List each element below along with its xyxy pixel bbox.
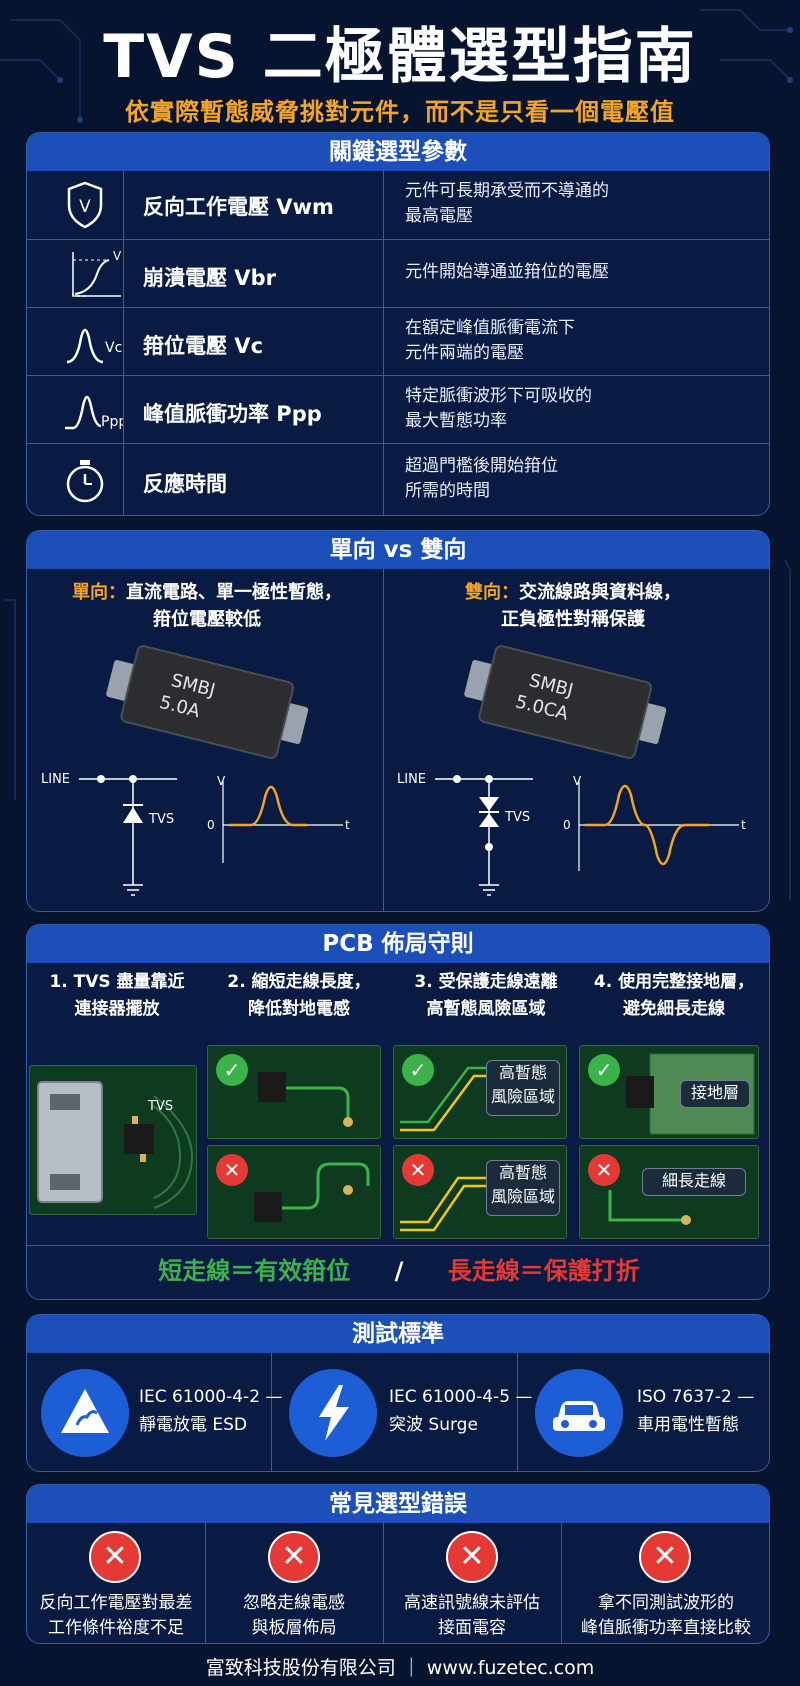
- param-desc: 元件開始導通並箝位的電壓: [405, 262, 609, 282]
- car-icon: [535, 1369, 623, 1457]
- risk-zone-label: 高暫態 風險區域: [486, 1160, 560, 1216]
- svg-text:Vc: Vc: [105, 340, 122, 356]
- standards-panel: 測試標準 IEC 61000-4-2 — 靜電放電 ESD IEC 61000-4…: [26, 1314, 770, 1472]
- error-x-icon: ✕: [446, 1531, 498, 1583]
- uni-description: 單向：直流電路、單一極性暫態， 箝位電壓較低: [72, 582, 342, 630]
- isolated-trace-ok-tile: ✓ 高暫態 風險區域: [393, 1045, 567, 1139]
- footer-company[interactable]: 富致科技股份有限公司 ｜ www.fuzetec.com: [0, 1653, 800, 1680]
- pcb-rule-3: 3. 受保護走線遠離 高暫態風險區域: [414, 972, 558, 1019]
- esd-warning-icon: [41, 1369, 129, 1457]
- param-name: 峰值脈衝功率 Ppp: [143, 402, 322, 426]
- direction-panel: 單向 vs 雙向 單向：直流電路、單一極性暫態， 箝位電壓較低 SMBJ 5.0…: [26, 530, 770, 912]
- param-desc: 在額定峰值脈衝電流下 元件兩端的電壓: [405, 318, 575, 363]
- standards-heading: 測試標準: [27, 1315, 769, 1353]
- svg-text:V: V: [113, 249, 122, 263]
- summary-good: 短走線＝有效箝位: [158, 1257, 351, 1285]
- long-trace-bad-tile: ✕: [207, 1145, 381, 1239]
- connector-board-tile: TVS: [29, 1065, 197, 1215]
- uni-chip-image: SMBJ 5.0A: [106, 645, 309, 759]
- ground-plane-label: 接地層: [680, 1080, 750, 1108]
- param-desc: 特定脈衝波形下可吸收的 最大暫態功率: [405, 386, 592, 431]
- param-name: 反應時間: [143, 472, 227, 496]
- parameters-heading: 關鍵選型參數: [27, 133, 769, 171]
- short-trace-ok-tile: ✓: [207, 1045, 381, 1139]
- bi-description: 雙向：交流線路與資料線， 正負極性對稱保護: [465, 582, 681, 630]
- breakdown-curve-icon: V: [72, 249, 122, 297]
- check-icon: ✓: [216, 1054, 248, 1086]
- lightning-icon: [289, 1369, 377, 1457]
- direction-heading: 單向 vs 雙向: [27, 531, 769, 569]
- standard-text: IEC 61000-4-2 — 靜電放電 ESD: [139, 1387, 283, 1435]
- error-x-icon: ✕: [639, 1531, 691, 1583]
- pcb-rule-2: 2. 縮短走線長度， 降低對地電感: [227, 972, 371, 1019]
- check-icon: ✓: [402, 1054, 434, 1086]
- page-title: TVS 二極體選型指南: [103, 22, 697, 92]
- param-name: 箝位電壓 Vc: [143, 334, 264, 358]
- clamp-pulse-icon: Vc: [66, 328, 122, 364]
- param-row-ppp: Ppp 峰值脈衝功率 Ppp 特定脈衝波形下可吸收的最大暫態功率: [27, 375, 769, 443]
- summary-bad: 長走線＝保護打折: [447, 1257, 640, 1285]
- mistakes-panel: 常見選型錯誤 ✕ 反向工作電壓對最差 工作條件裕度不足 ✕ 忽略走線電感 與板層佈局…: [26, 1484, 770, 1644]
- svg-text:Ppp: Ppp: [101, 414, 123, 430]
- svg-text:TVS: TVS: [504, 810, 530, 825]
- param-desc: 元件可長期承受而不導通的 最高電壓: [405, 181, 609, 226]
- thin-trace-label: 細長走線: [642, 1168, 746, 1196]
- peak-pulse-icon: Ppp: [65, 395, 123, 430]
- stopwatch-icon: [66, 460, 104, 503]
- bi-circuit-diagram: LINE TVS V 0 t: [397, 772, 746, 896]
- standard-text: ISO 7637-2 — 車用電性暫態: [637, 1387, 755, 1435]
- pcb-rule-4: 4. 使用完整接地層， 避免細長走線: [593, 972, 755, 1019]
- svg-text:LINE: LINE: [397, 772, 426, 787]
- cross-icon: ✕: [216, 1154, 248, 1186]
- pcb-summary: 短走線＝有效箝位 / 長走線＝保護打折: [158, 1257, 640, 1285]
- svg-text:TVS: TVS: [147, 1099, 173, 1114]
- parameters-panel: 關鍵選型參數 V 反向工作電壓 Vwm 元件可長期承受而不導通的 最高電壓 V 崩…: [26, 132, 770, 516]
- mistakes-heading: 常見選型錯誤: [27, 1485, 769, 1523]
- error-x-icon: ✕: [268, 1531, 320, 1583]
- param-row-vc: Vc 箝位電壓 Vc 在額定峰值脈衝電流下 元件兩端的電壓: [27, 307, 769, 375]
- check-icon: ✓: [588, 1054, 620, 1086]
- error-x-icon: ✕: [89, 1531, 141, 1583]
- svg-text:0: 0: [207, 818, 215, 832]
- shield-v-icon-text: V: [79, 197, 91, 217]
- param-name: 反向工作電壓 Vwm: [143, 195, 334, 219]
- svg-text:t: t: [741, 818, 746, 832]
- param-row-response: 反應時間 超過門檻後開始箝位 所需的時間: [27, 443, 769, 515]
- thin-trace-bad-tile: ✕ 細長走線: [579, 1145, 759, 1239]
- cross-icon: ✕: [402, 1154, 434, 1186]
- svg-text:V: V: [217, 774, 226, 788]
- pcb-rule-1: 1. TVS 盡量靠近 連接器擺放: [49, 972, 185, 1019]
- svg-text:V: V: [573, 774, 582, 788]
- mistake-text: 忽略走線電感 與板層佈局: [243, 1593, 345, 1638]
- param-name: 崩潰電壓 Vbr: [143, 266, 276, 290]
- svg-text:t: t: [345, 818, 350, 832]
- param-desc: 超過門檻後開始箝位 所需的時間: [405, 456, 558, 501]
- cross-icon: ✕: [588, 1154, 620, 1186]
- risk-zone-label: 高暫態 風險區域: [486, 1060, 560, 1116]
- param-row-vwm: V 反向工作電壓 Vwm 元件可長期承受而不導通的 最高電壓: [27, 171, 769, 239]
- uni-circuit-diagram: LINE TVS V 0 t: [41, 772, 350, 896]
- shield-v-icon: V: [67, 181, 103, 229]
- page-subtitle: 依實際暫態威脅挑對元件，而不是只看一個電壓值: [125, 98, 675, 126]
- param-row-vbr: V 崩潰電壓 Vbr 元件開始導通並箝位的電壓: [27, 239, 769, 307]
- pcb-heading: PCB 佈局守則: [27, 925, 769, 963]
- ground-plane-ok-tile: ✓ 接地層: [579, 1045, 759, 1139]
- near-risk-bad-tile: ✕ 高暫態 風險區域: [393, 1145, 567, 1239]
- svg-text:LINE: LINE: [41, 772, 70, 787]
- mistake-text: 反向工作電壓對最差 工作條件裕度不足: [39, 1593, 193, 1638]
- bi-chip-image: SMBJ 5.0CA: [464, 645, 667, 759]
- mistake-text: 拿不同測試波形的 峰值脈衝功率直接比較: [581, 1593, 751, 1638]
- pcb-panel: PCB 佈局守則 1. TVS 盡量靠近 連接器擺放 2. 縮短走線長度， 降低對地…: [26, 924, 770, 1300]
- standard-text: IEC 61000-4-5 — 突波 Surge: [389, 1387, 533, 1435]
- mistake-text: 高速訊號線未評估 接面電容: [404, 1593, 540, 1638]
- svg-text:0: 0: [563, 818, 571, 832]
- svg-text:TVS: TVS: [148, 812, 174, 827]
